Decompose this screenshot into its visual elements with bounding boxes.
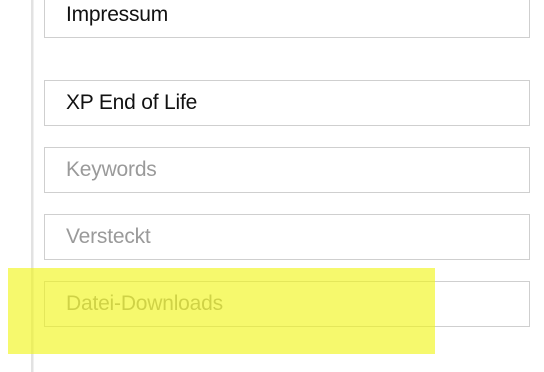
impressum-field-value: Impressum: [66, 3, 169, 26]
settings-panel: Impressum XP End of Life Keywords Verste…: [0, 0, 544, 372]
panel-divider-inner: [33, 0, 34, 372]
xp-end-of-life-field-value: XP End of Life: [66, 91, 198, 114]
datei-downloads-field[interactable]: Datei-Downloads: [44, 281, 530, 327]
versteckt-field-placeholder: Versteckt: [66, 225, 151, 248]
keywords-field[interactable]: Keywords: [44, 147, 530, 193]
datei-downloads-field-placeholder: Datei-Downloads: [66, 292, 223, 315]
versteckt-field[interactable]: Versteckt: [44, 214, 530, 260]
impressum-field[interactable]: Impressum: [44, 0, 530, 38]
xp-end-of-life-field[interactable]: XP End of Life: [44, 80, 530, 126]
keywords-field-placeholder: Keywords: [66, 158, 157, 181]
